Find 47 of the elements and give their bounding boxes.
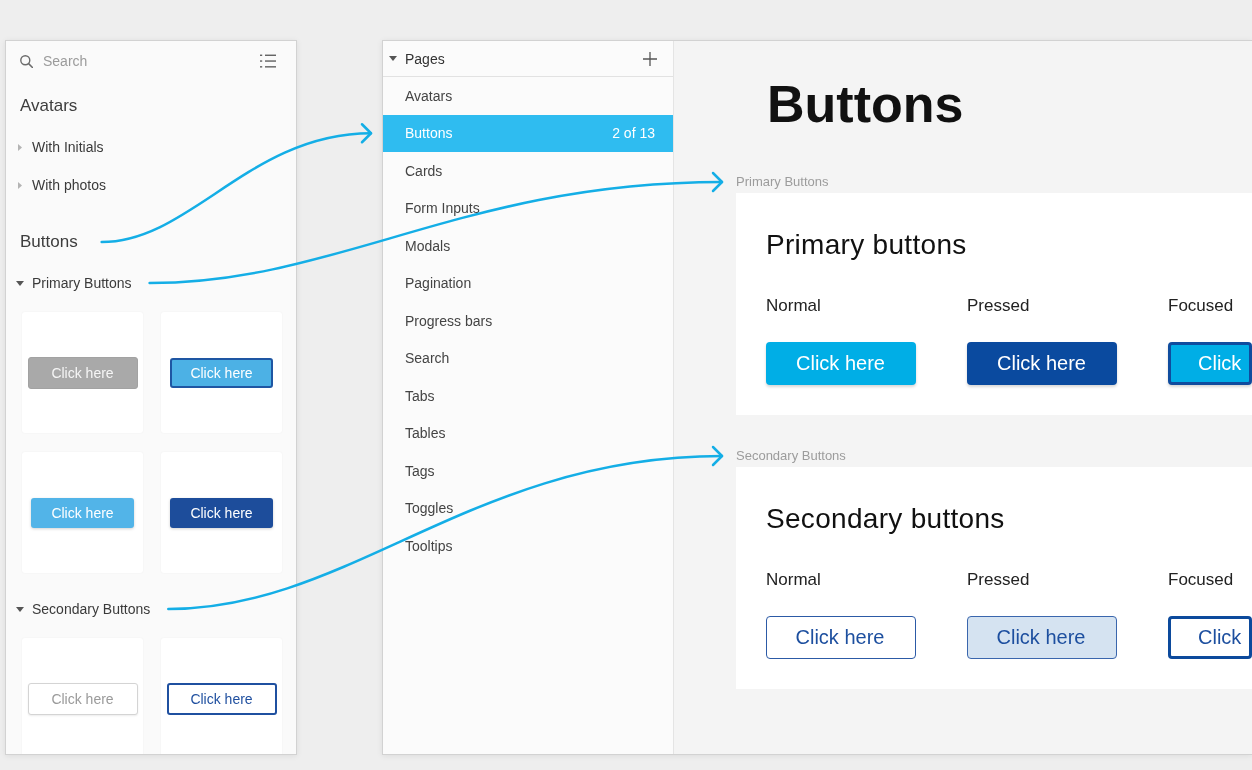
page-item[interactable]: Tooltips: [383, 527, 673, 565]
add-icon[interactable]: [643, 51, 657, 66]
state-label: Normal: [766, 570, 821, 590]
sample-button[interactable]: Click here: [766, 616, 916, 659]
section-title: Primary buttons: [766, 228, 967, 262]
search-icon: [20, 54, 33, 68]
page-title: Buttons: [767, 74, 964, 134]
preview-button: Click here: [166, 682, 277, 715]
state-label: Normal: [766, 296, 821, 316]
component-thumbnail[interactable]: Click here: [161, 638, 282, 754]
page-item[interactable]: Search: [383, 339, 673, 377]
frame-label: Primary Buttons: [736, 174, 829, 190]
component-thumbnail[interactable]: Click here: [161, 452, 282, 573]
tree-item[interactable]: Secondary Buttons: [6, 590, 151, 628]
page-item[interactable]: Form Inputs: [383, 189, 673, 227]
page-item[interactable]: Tags: [383, 452, 673, 490]
preview-button: Click here: [27, 356, 138, 389]
page-item[interactable]: Avatars: [383, 77, 673, 115]
page-item[interactable]: Progress bars: [383, 302, 673, 340]
state-label: Focused: [1168, 570, 1234, 590]
section-title: Secondary buttons: [766, 502, 1005, 536]
page-item[interactable]: Pagination: [383, 264, 673, 302]
sample-button[interactable]: Click: [1168, 616, 1252, 659]
sample-button[interactable]: Click here: [967, 342, 1117, 385]
state-label: Focused: [1168, 296, 1234, 316]
preview-button: Click here: [31, 497, 134, 528]
group-heading: Buttons: [20, 231, 78, 253]
tree-item[interactable]: Primary Buttons: [6, 264, 132, 302]
page-item[interactable]: Toggles: [383, 489, 673, 527]
tree-item[interactable]: With photos: [6, 166, 106, 204]
preview-button: Click here: [27, 682, 138, 715]
page-item[interactable]: Modals: [383, 227, 673, 265]
group-heading: Avatars: [20, 95, 78, 117]
page-item[interactable]: Cards: [383, 152, 673, 190]
page-item[interactable]: Tabs: [383, 377, 673, 415]
sample-button[interactable]: Click here: [967, 616, 1117, 659]
list-icon[interactable]: [260, 54, 276, 68]
page-item[interactable]: Tables: [383, 414, 673, 452]
search-field[interactable]: Search: [43, 51, 250, 71]
state-label: Pressed: [967, 296, 1030, 316]
state-label: Pressed: [967, 570, 1030, 590]
tree-item[interactable]: With Initials: [6, 128, 104, 166]
frame-label: Secondary Buttons: [736, 448, 846, 464]
pages-heading: Pages: [405, 50, 446, 67]
preview-button: Click here: [170, 357, 273, 388]
preview-button: Click here: [170, 497, 273, 528]
page-counter: 2 of 13: [612, 125, 655, 142]
